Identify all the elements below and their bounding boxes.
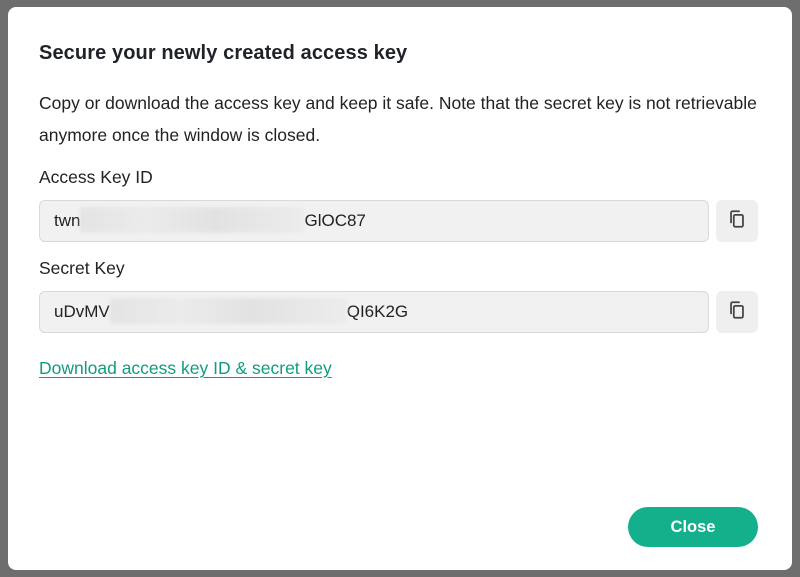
access-key-dialog: Secure your newly created access key Cop… [8,7,792,570]
copy-secret-key-button[interactable] [716,291,758,333]
access-key-id-masked [80,207,305,234]
access-key-id-suffix: GlOC87 [304,211,366,230]
secret-key-field[interactable]: uDvMV QI6K2G [39,291,709,333]
secret-key-label: Secret Key [39,258,125,278]
download-keys-link[interactable]: Download access key ID & secret key [39,358,332,379]
dialog-title: Secure your newly created access key [39,42,408,64]
secret-key-suffix: QI6K2G [346,302,409,321]
secret-key-prefix: uDvMV [54,302,110,321]
access-key-id-label: Access Key ID [39,167,153,187]
close-button[interactable]: Close [628,507,758,547]
dialog-description: Copy or download the access key and keep… [39,93,757,145]
copy-icon [726,208,748,235]
secret-key-masked [109,298,347,325]
access-key-id-prefix: twn [54,211,81,230]
copy-access-key-id-button[interactable] [716,200,758,242]
copy-icon [726,299,748,326]
access-key-id-field[interactable]: twn GlOC87 [39,200,709,242]
